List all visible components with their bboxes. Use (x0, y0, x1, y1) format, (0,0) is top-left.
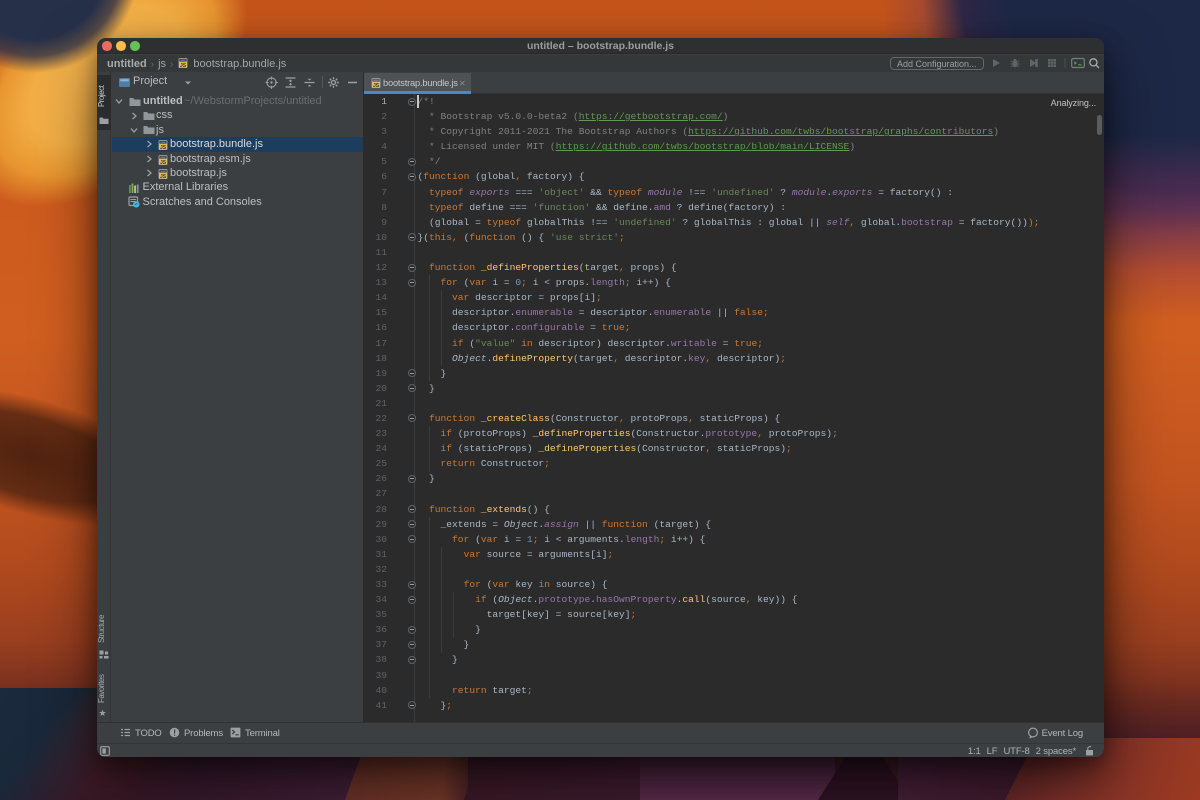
svg-text:JS: JS (159, 174, 166, 180)
svg-text:JS: JS (180, 63, 187, 69)
svg-text:JS: JS (159, 159, 166, 165)
svg-text:JS: JS (373, 83, 380, 89)
svg-text:JS: JS (159, 145, 166, 151)
